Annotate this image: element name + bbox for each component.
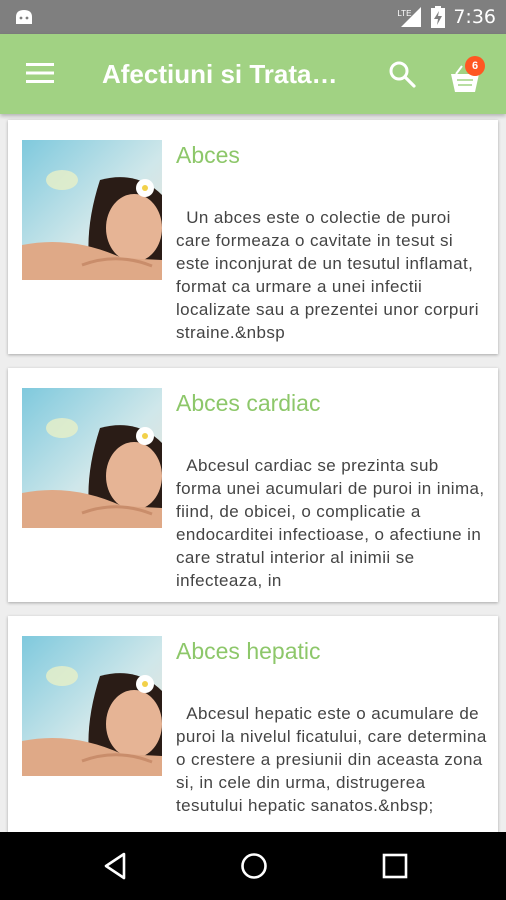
app-toolbar: Afectiuni si Tratamente 6 [0,34,506,114]
cart-count-badge: 6 [465,56,485,76]
item-thumbnail [22,388,162,528]
item-title: Abces [176,142,240,168]
item-thumbnail [22,140,162,280]
search-icon[interactable] [388,60,416,88]
system-navigation-bar [0,832,506,900]
item-description: Abcesul hepatic este o acumulare de puro… [176,704,492,815]
network-type-label: LTE [397,9,412,18]
item-description: Abcesul cardiac se prezinta sub forma un… [176,456,490,590]
hamburger-menu-icon[interactable] [26,61,54,85]
item-thumbnail [22,636,162,776]
basket-button[interactable]: 6 [448,56,488,92]
disease-list[interactable]: Abces Un abces este o colectie de puroi … [0,114,506,832]
android-notification-icon [16,10,32,24]
lte-signal-icon: LTE [397,6,423,28]
item-title: Abces cardiac [176,390,321,416]
item-title: Abces hepatic [176,638,321,664]
battery-charging-icon [431,6,446,28]
recent-apps-icon[interactable] [380,851,410,881]
back-icon[interactable] [100,851,130,881]
list-item[interactable]: Abces hepatic Abcesul hepatic este o acu… [8,616,498,832]
page-title: Afectiuni si Tratamente [102,59,347,89]
clock: 7:36 [453,6,496,28]
home-icon[interactable] [239,851,269,881]
list-item[interactable]: Abces Un abces este o colectie de puroi … [8,120,498,354]
list-item[interactable]: Abces cardiac Abcesul cardiac se prezint… [8,368,498,602]
item-description: Un abces este o colectie de puroi care f… [176,208,484,342]
status-bar: LTE 7:36 [0,0,506,34]
